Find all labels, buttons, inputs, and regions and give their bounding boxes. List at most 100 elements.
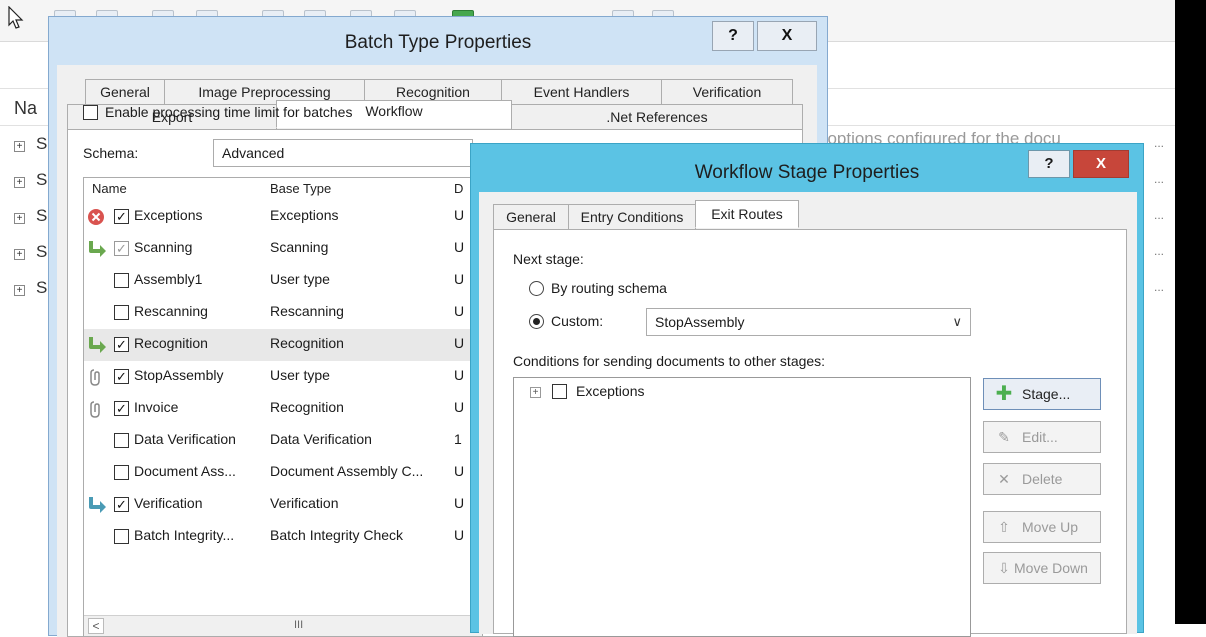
stage-checkbox[interactable] — [114, 465, 129, 480]
stage-checkbox[interactable]: ✓ — [114, 369, 129, 384]
tab-net-references[interactable]: .Net References — [511, 104, 803, 130]
column-header-base-type[interactable]: Base Type — [270, 178, 331, 200]
expand-icon[interactable]: + — [14, 285, 25, 296]
edit-button[interactable]: ✎ Edit... — [983, 421, 1101, 453]
mouse-cursor-icon — [8, 6, 24, 29]
stage-row-stopassembly[interactable]: ✓ StopAssembly User type U — [84, 361, 482, 393]
stage-row-batch-integrity[interactable]: Batch Integrity... Batch Integrity Check… — [84, 521, 482, 553]
stage-checkbox[interactable]: ✓ — [114, 241, 129, 256]
condition-checkbox[interactable] — [552, 384, 567, 399]
stage-base-type: User type — [270, 367, 330, 383]
return-arrow-icon — [89, 497, 106, 513]
stage-row-rescanning[interactable]: Rescanning Rescanning U — [84, 297, 482, 329]
scroll-thumb-grip[interactable]: III — [294, 619, 303, 631]
delete-x-icon: ✕ — [998, 471, 1010, 487]
stage-checkbox[interactable]: ✓ — [114, 209, 129, 224]
stage-name: Exceptions — [134, 207, 203, 223]
stage-row-recognition[interactable]: ✓ Recognition Recognition U — [84, 329, 482, 361]
expand-icon[interactable]: + — [530, 387, 541, 398]
stage-description: U — [454, 335, 465, 351]
stage-name: Invoice — [134, 399, 179, 415]
tab-exit-routes[interactable]: Exit Routes — [695, 200, 799, 228]
ellipsis-text: ... — [1154, 136, 1165, 150]
horizontal-scrollbar[interactable]: < III — [84, 615, 482, 636]
stage-base-type: Recognition — [270, 335, 344, 351]
chevron-down-icon: ∨ — [952, 314, 962, 329]
stage-row-exceptions[interactable]: ✓ Exceptions Exceptions U — [84, 201, 482, 233]
move-up-button[interactable]: ⇧ Move Up — [983, 511, 1101, 543]
arrow-up-icon: ⇧ — [998, 519, 1010, 535]
stage-name: Rescanning — [134, 303, 208, 319]
tab-event-handlers[interactable]: Event Handlers — [501, 79, 662, 105]
stages-list: Name Base Type D ✓ Exceptions Exceptions… — [83, 177, 483, 637]
delete-button[interactable]: ✕ Delete — [983, 463, 1101, 495]
add-stage-button[interactable]: ✚ Stage... — [983, 378, 1101, 410]
enable-time-limit-checkbox[interactable] — [83, 105, 98, 120]
expand-icon[interactable]: + — [14, 141, 25, 152]
stage-description: U — [454, 495, 465, 511]
stage-name: Document Ass... — [134, 463, 236, 479]
tab-general[interactable]: General — [493, 204, 569, 230]
background-row-label: S — [36, 278, 48, 297]
stage-description: U — [454, 367, 465, 383]
close-button[interactable]: X — [757, 21, 817, 51]
arrow-down-icon: ⇩ — [998, 560, 1010, 576]
stage-checkbox[interactable]: ✓ — [114, 401, 129, 416]
tab-verification[interactable]: Verification — [661, 79, 793, 105]
stage-name: Recognition — [134, 335, 208, 351]
stage-description: U — [454, 271, 465, 287]
move-down-label: Move Down — [1014, 560, 1088, 576]
stage-name: StopAssembly — [134, 367, 224, 383]
conditions-tree: + Exceptions — [513, 377, 971, 637]
stage-row-invoice[interactable]: ✓ Invoice Recognition U — [84, 393, 482, 425]
move-down-button[interactable]: ⇩ Move Down — [983, 552, 1101, 584]
background-row-label: S — [36, 242, 48, 261]
stage-base-type: Document Assembly C... — [270, 463, 424, 479]
stage-row-assembly1[interactable]: Assembly1 User type U — [84, 265, 482, 297]
stage-row-data-verification[interactable]: Data Verification Data Verification 1 — [84, 425, 482, 457]
expand-icon[interactable]: + — [14, 249, 25, 260]
scroll-left-button[interactable]: < — [88, 618, 104, 634]
tab-general[interactable]: General — [85, 79, 165, 105]
routing-schema-radio[interactable] — [529, 281, 544, 296]
conditions-label: Conditions for sending documents to othe… — [513, 353, 826, 369]
stage-row-document-assembly[interactable]: Document Ass... Document Assembly C... U — [84, 457, 482, 489]
custom-stage-value: StopAssembly — [655, 314, 745, 330]
custom-radio[interactable] — [529, 314, 544, 329]
arrow-icon — [89, 337, 106, 353]
help-button[interactable]: ? — [712, 21, 754, 51]
screen-edge-bar — [1175, 0, 1206, 624]
error-icon — [88, 209, 104, 225]
stage-checkbox[interactable] — [114, 433, 129, 448]
add-stage-label: Stage... — [1022, 386, 1071, 402]
workflow-stage-properties-dialog: Workflow Stage Properties ? X General En… — [470, 143, 1144, 637]
expand-icon[interactable]: + — [14, 177, 25, 188]
ellipsis-text: ... — [1154, 280, 1165, 294]
stage-checkbox[interactable] — [114, 273, 129, 288]
stage-checkbox[interactable] — [114, 529, 129, 544]
help-button[interactable]: ? — [1028, 150, 1070, 178]
stage-checkbox[interactable]: ✓ — [114, 497, 129, 512]
stage-description: U — [454, 239, 465, 255]
arrow-icon — [89, 241, 106, 257]
stage-checkbox[interactable]: ✓ — [114, 337, 129, 352]
paperclip-icon — [90, 369, 100, 386]
tab-entry-conditions[interactable]: Entry Conditions — [568, 204, 696, 230]
stage-row-scanning[interactable]: ✓ Scanning Scanning U — [84, 233, 482, 265]
schema-select[interactable]: Advanced — [213, 139, 473, 167]
column-header-description[interactable]: D — [454, 178, 463, 200]
stage-base-type: Scanning — [270, 239, 329, 255]
stage-base-type: User type — [270, 271, 330, 287]
custom-label: Custom: — [551, 313, 604, 329]
stage-base-type: Batch Integrity Check — [270, 527, 404, 543]
custom-stage-select[interactable]: StopAssembly ∨ — [646, 308, 971, 336]
close-button[interactable]: X — [1073, 150, 1129, 178]
stage-base-type: Recognition — [270, 399, 344, 415]
stage-base-type: Data Verification — [270, 431, 372, 447]
condition-item-label[interactable]: Exceptions — [576, 383, 644, 399]
stage-name: Scanning — [134, 239, 193, 255]
stage-row-verification[interactable]: ✓ Verification Verification U — [84, 489, 482, 521]
column-header-name[interactable]: Name — [92, 178, 127, 200]
stage-checkbox[interactable] — [114, 305, 129, 320]
expand-icon[interactable]: + — [14, 213, 25, 224]
